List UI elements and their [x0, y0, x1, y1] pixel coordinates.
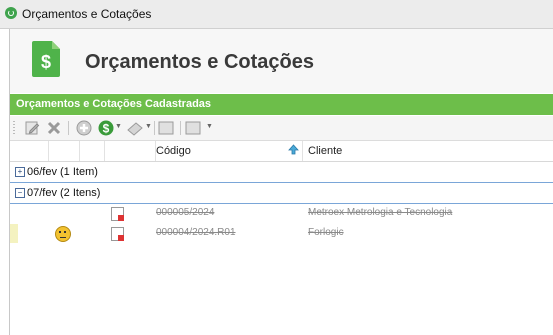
column-header-status[interactable]: [49, 141, 80, 161]
page-header: $ Orçamentos e Cotações: [10, 29, 553, 93]
group-label: 06/fev (1 Item): [27, 166, 98, 178]
column-header-cliente[interactable]: Cliente: [303, 141, 553, 161]
grid-header: Código Cliente: [10, 141, 553, 162]
column-header-label: Cliente: [308, 145, 343, 157]
edit-icon[interactable]: [24, 120, 40, 136]
delete-icon[interactable]: [46, 120, 62, 136]
table-row[interactable]: 000005/2024 Metroex Metrologia e Tecnolo…: [10, 204, 553, 223]
codigo-cell: 000004/2024.R01: [156, 227, 236, 238]
window-titlebar: Orçamentos e Cotações: [0, 0, 553, 29]
group-row[interactable]: + 06/fev (1 Item): [10, 162, 553, 183]
row-highlight: [10, 224, 18, 243]
codigo-cell: 000005/2024: [156, 207, 215, 218]
money-icon[interactable]: $: [98, 120, 114, 136]
app-logo-icon: [5, 7, 17, 19]
emoji-face-icon[interactable]: [55, 226, 71, 242]
column-header-codigo[interactable]: Código: [156, 141, 303, 161]
chevron-down-icon[interactable]: ▼: [115, 123, 122, 130]
section-header: Orçamentos e Cotações Cadastradas: [10, 94, 553, 115]
document-cancelled-icon[interactable]: [111, 207, 124, 221]
svg-text:$: $: [41, 52, 51, 72]
stamp-icon[interactable]: [126, 120, 144, 136]
toolbar-separator: [180, 121, 181, 135]
toolbar: $ ▼ ▼ ▼: [10, 116, 553, 141]
document-cancelled-icon[interactable]: [111, 227, 124, 241]
group-label: 07/fev (2 Itens): [27, 187, 101, 199]
toolbar-separator: [68, 121, 69, 135]
sort-arrow-icon[interactable]: [288, 144, 299, 155]
column-header-label: Código: [156, 145, 191, 157]
cliente-cell: Metroex Metrologia e Tecnologia: [308, 207, 453, 218]
table-row[interactable]: 000004/2024.R01 Forlogic: [10, 224, 553, 243]
add-icon[interactable]: [76, 120, 92, 136]
section-title: Orçamentos e Cotações Cadastradas: [16, 98, 212, 110]
svg-text:$: $: [103, 122, 110, 136]
column-header-attachment[interactable]: [80, 141, 105, 161]
page-title: Orçamentos e Cotações: [85, 51, 314, 73]
chevron-down-icon[interactable]: ▼: [145, 123, 152, 130]
toolbar-grip[interactable]: [13, 121, 15, 135]
column-header-blank[interactable]: [105, 141, 156, 161]
window-title: Orçamentos e Cotações: [22, 7, 152, 21]
group-row[interactable]: − 07/fev (2 Itens): [10, 183, 553, 204]
panel-icon[interactable]: [158, 120, 174, 136]
dollar-document-icon: $: [32, 41, 60, 77]
toolbar-separator: [154, 121, 155, 135]
grid-icon[interactable]: [185, 120, 201, 136]
cliente-cell: Forlogic: [308, 227, 344, 238]
chevron-down-icon[interactable]: ▼: [206, 123, 213, 130]
collapse-icon[interactable]: −: [15, 188, 25, 198]
expand-icon[interactable]: +: [15, 167, 25, 177]
column-header-indicator[interactable]: [10, 141, 49, 161]
